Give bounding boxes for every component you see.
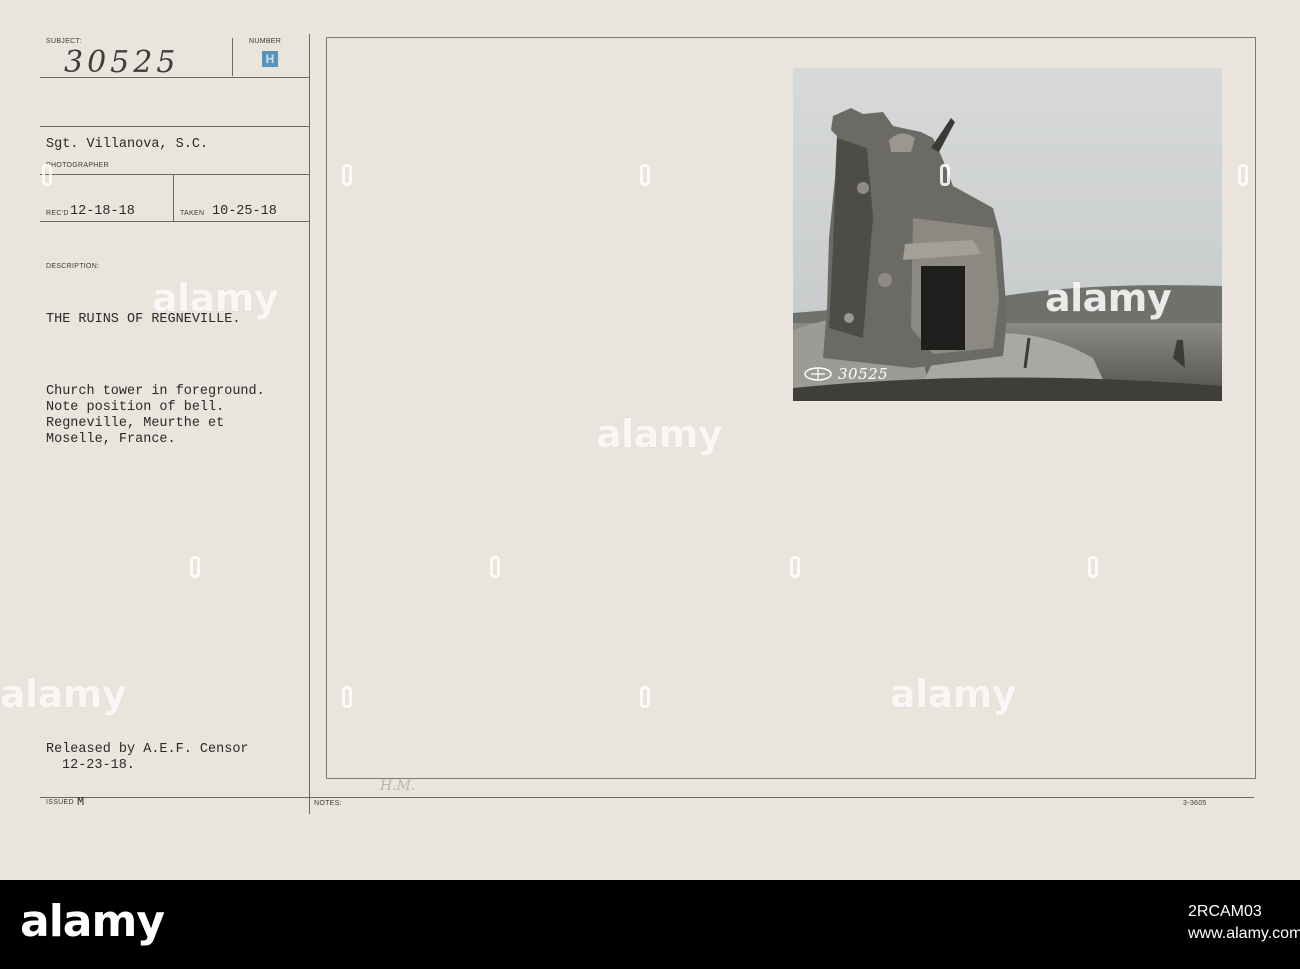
subject-value: 30525 xyxy=(64,45,180,80)
released-line-1: Released by A.E.F. Censor xyxy=(46,742,249,757)
photo-negative-number: 30525 xyxy=(838,365,889,383)
number-stamp: H xyxy=(262,51,278,67)
watermark-mark-11 xyxy=(640,686,650,708)
taken-value: 10-25-18 xyxy=(212,204,277,219)
description-label: DESCRIPTION: xyxy=(46,263,100,270)
watermark-text-2: alamy xyxy=(1045,276,1172,320)
watermark-text-3: alamy xyxy=(596,412,723,456)
footer-image-id-block: 2RCAM03 www.alamy.com xyxy=(1188,901,1300,945)
ruins-photo-illustration xyxy=(793,68,1222,401)
released-line-2: 12-23-18. xyxy=(62,758,135,773)
notes-label: NOTES: xyxy=(314,800,342,807)
watermark-mark-10 xyxy=(342,686,352,708)
stock-footer-bar xyxy=(0,880,1300,969)
footer-image-id: 2RCAM03 xyxy=(1188,903,1262,920)
watermark-mark-2 xyxy=(342,164,352,186)
row-rule-dates xyxy=(40,221,310,222)
row-rule-photographer xyxy=(40,174,310,175)
taken-label: TAKEN xyxy=(180,210,205,217)
watermark-mark-9 xyxy=(1088,556,1098,578)
watermark-mark-7 xyxy=(490,556,500,578)
issued-label: ISSUED xyxy=(46,799,74,806)
footer-website[interactable]: www.alamy.com xyxy=(1188,923,1300,945)
recd-value: 12-18-18 xyxy=(70,204,135,219)
watermark-mark-4 xyxy=(940,164,950,186)
watermark-mark-8 xyxy=(790,556,800,578)
number-label: NUMBER xyxy=(249,38,282,45)
watermark-mark-5 xyxy=(1238,164,1248,186)
row-rule-top xyxy=(40,126,310,127)
watermark-text-4: alamy xyxy=(0,672,127,716)
description-line-1: Church tower in foreground. xyxy=(46,384,265,399)
description-line-2: Note position of bell. xyxy=(46,400,225,415)
photographer-name: Sgt. Villanova, S.C. xyxy=(46,137,209,152)
form-code: 3-3605 xyxy=(1183,800,1207,807)
left-column-divider xyxy=(309,34,310,814)
recd-label: REC'D xyxy=(46,210,69,217)
watermark-text-1: alamy xyxy=(152,276,279,320)
footer-brand-logo[interactable]: alamy xyxy=(20,896,165,947)
row-rule-issued xyxy=(40,797,1254,798)
notes-handwriting: H.M. xyxy=(380,778,416,794)
signal-corps-seal-icon xyxy=(804,367,832,381)
watermark-text-5: alamy xyxy=(890,672,1017,716)
ruins-photograph xyxy=(793,68,1222,401)
issued-value: M xyxy=(77,795,85,809)
watermark-mark-1 xyxy=(42,164,52,186)
description-line-4: Moselle, France. xyxy=(46,432,176,447)
recd-taken-divider xyxy=(173,175,174,221)
subject-label: SUBJECT: xyxy=(46,38,82,45)
photographer-label: PHOTOGRAPHER xyxy=(46,162,109,169)
subject-number-divider xyxy=(232,38,233,76)
description-line-3: Regneville, Meurthe et xyxy=(46,416,225,431)
watermark-mark-6 xyxy=(190,556,200,578)
watermark-mark-3 xyxy=(640,164,650,186)
